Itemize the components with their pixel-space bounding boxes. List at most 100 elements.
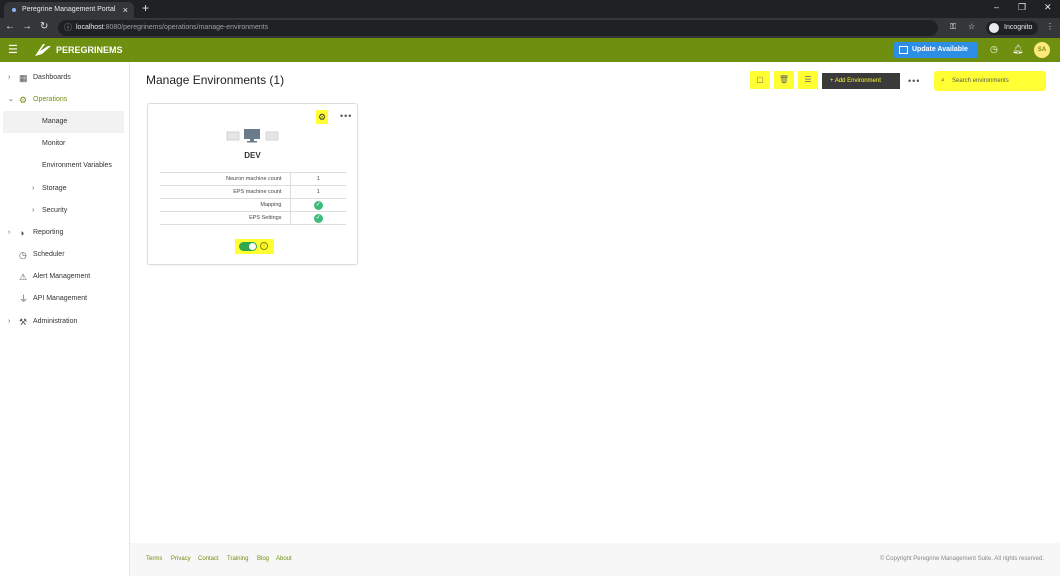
table-row: Mapping ✓ [160,198,346,212]
search-input[interactable]: ⌕ Search environments [934,71,1046,91]
url-path: :8080/peregrinems/operations/manage-envi… [103,24,269,31]
sidebar: › ▦ Dashboards ⌄ ⚙ Operations Manage Mon… [0,62,130,576]
menu-icon[interactable]: ☰ [8,43,18,56]
star-icon[interactable]: ☆ [968,22,975,31]
environment-name: DEV [244,151,261,160]
footer-link-contact[interactable]: Contact [198,556,219,562]
toggle-knob [249,243,256,250]
back-icon[interactable]: ← [5,21,15,32]
info-icon[interactable]: ⓘ [64,20,72,36]
footer-link-training[interactable]: Training [227,556,248,562]
browser-tab-bar: Peregrine Management Portal × + – ❐ ✕ [0,0,1060,18]
search-icon: ⌕ [941,77,945,84]
dashboard-icon: ▦ [19,73,28,83]
grid-view-button[interactable]: ▢ [750,71,770,89]
stat-label: EPS machine count [160,185,291,199]
incognito-label: Incognito [1004,24,1033,31]
clock-icon: ◷ [19,250,27,260]
environment-stats-table: Neuron machine count 1 EPS machine count… [160,172,346,225]
sidebar-item-api-management[interactable]: ⏚ API Management [0,288,129,310]
footer-link-blog[interactable]: Blog [257,556,269,562]
more-options-icon[interactable]: ••• [908,76,920,86]
bell-icon[interactable]: 🔔︎ [1012,44,1023,55]
tab-close-icon[interactable]: × [123,2,128,18]
minimize-button[interactable]: – [994,2,999,12]
grid-view-icon: ▢ [756,75,764,84]
incognito-badge[interactable]: Incognito [986,21,1039,35]
chevron-right-icon: › [8,74,11,81]
peregrine-logo-icon [35,44,51,56]
tab-title: Peregrine Management Portal [22,6,116,13]
table-row: Neuron machine count 1 [160,172,346,186]
update-label: Update Available [912,46,968,53]
browser-menu-icon[interactable]: ⋮ [1046,22,1054,31]
forward-icon[interactable]: → [22,21,32,32]
chevron-down-icon: ⌄ [8,96,14,103]
sidebar-item-operations[interactable]: ⌄ ⚙ Operations [0,89,129,111]
gear-icon: ⚙ [317,112,327,122]
sidebar-item-reporting[interactable]: › ◑ Reporting [0,222,129,244]
environment-enabled-toggle[interactable] [239,242,257,251]
reporting-icon: ◑ [19,228,25,238]
sidebar-item-security[interactable]: › Security [0,200,129,222]
wrench-icon: ⚒ [19,317,28,327]
chevron-right-icon: › [32,185,35,192]
chevron-right-icon: › [8,229,11,236]
sidebar-item-monitor[interactable]: Monitor [0,133,129,155]
new-tab-button[interactable]: + [142,1,149,15]
footer-link-terms[interactable]: Terms [146,556,162,562]
environment-card[interactable]: ⚙ ••• DEV Neuron machine count 1 EPS mac… [147,103,358,265]
sidebar-item-administration[interactable]: › ⚒ Administration [0,311,129,333]
stat-label: Neuron machine count [160,172,291,186]
close-window-button[interactable]: ✕ [1044,2,1052,13]
list-view-icon: ☰ [804,75,812,84]
incognito-icon [989,23,999,33]
app-header: ☰ PEREGRINEMS Update Available ◷ 🔔︎ SA [0,38,1060,62]
monitors-icon [226,129,279,143]
card-more-icon[interactable]: ••• [340,111,352,121]
sidebar-item-alert-management[interactable]: ⚠ Alert Management [0,266,129,288]
address-bar: ← → ↻ ⓘ localhost:8080/peregrinems/opera… [0,18,1060,38]
check-circle-icon: ✓ [313,213,323,223]
delete-button[interactable]: 🗑︎ [774,71,794,89]
footer: Terms Privacy Contact Training Blog Abou… [130,543,1060,576]
table-row: EPS machine count 1 [160,185,346,199]
chevron-right-icon: › [32,207,35,214]
url-host: localhost [76,24,104,31]
stat-value: 1 [290,185,346,199]
avatar[interactable]: SA [1034,42,1050,58]
reload-icon[interactable]: ↻ [40,21,48,32]
list-view-button[interactable]: ☰ [798,71,818,89]
url-field[interactable]: ⓘ localhost:8080/peregrinems/operations/… [58,20,938,36]
update-available-button[interactable]: Update Available [894,42,978,58]
copyright-text: © Copyright Peregrine Management Suite. … [879,556,1044,562]
browser-tab[interactable]: Peregrine Management Portal × [4,2,134,18]
chevron-right-icon: › [8,318,11,325]
gear-icon: ⚙ [19,95,28,105]
plug-icon: ⏚ [19,294,29,304]
check-circle-icon: ✓ [313,200,323,210]
key-icon[interactable]: ⚿ [950,22,956,32]
stat-value: 1 [290,172,346,186]
sidebar-item-dashboards[interactable]: › ▦ Dashboards [0,67,129,89]
sidebar-item-manage[interactable]: Manage [3,111,124,133]
app-logo[interactable]: PEREGRINEMS [34,42,123,58]
restore-button[interactable]: ❐ [1018,2,1026,13]
footer-link-about[interactable]: About [276,556,292,562]
sidebar-item-storage[interactable]: › Storage [0,178,129,200]
add-environment-button[interactable]: + Add Environment [822,73,900,89]
table-row: EPS Settings ✓ [160,211,346,225]
stat-label: Mapping [160,198,291,212]
sidebar-item-environment-variables[interactable]: Environment Variables [0,155,129,177]
info-icon[interactable]: i [260,242,268,250]
page-title: Manage Environments (1) [146,73,285,87]
sidebar-item-scheduler[interactable]: ◷ Scheduler [0,244,129,266]
add-environment-label: + Add Environment [830,78,881,84]
trash-icon: 🗑︎ [778,75,790,84]
history-icon[interactable]: ◷ [990,44,998,55]
settings-gear-button[interactable]: ⚙ [316,110,328,124]
favicon-icon [12,8,16,12]
footer-link-privacy[interactable]: Privacy [171,556,191,562]
stat-label: EPS Settings [160,211,291,225]
alert-icon: ⚠ [19,272,28,282]
